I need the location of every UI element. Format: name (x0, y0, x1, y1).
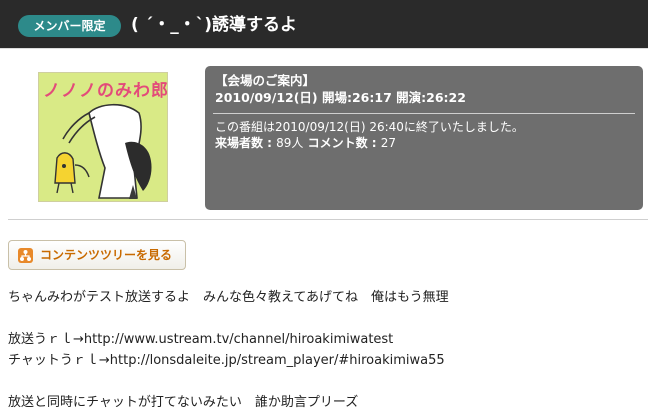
tree-icon (18, 248, 33, 263)
description-line: ちゃんみわがテスト放送するよ みんな色々教えてあげてね 俺はもう無理 (8, 290, 449, 305)
content-tree-button[interactable]: コンテンツツリーを見る (8, 240, 186, 270)
members-only-badge: メンバー限定 (18, 15, 121, 37)
description-line: 放送うｒｌ→http://www.ustream.tv/channel/hiro… (8, 332, 394, 347)
venue-info-heading: 【会場のご案内】 (215, 73, 316, 88)
info-divider (213, 113, 635, 114)
visitors-count: 89人 (276, 136, 304, 150)
section-divider (8, 219, 648, 220)
comments-count: 27 (380, 136, 397, 150)
program-thumbnail[interactable]: ノノノのみわ郎 (38, 72, 168, 202)
program-header: メンバー限定 ( ´・_・`)誘導するよ (0, 0, 648, 49)
visitors-label: 来場者数 : (215, 136, 277, 150)
description-line: 放送と同時にチャットが打てないみたい 誰か助言プリーズ (8, 395, 359, 410)
venue-info-header: 【会場のご案内】 2010/09/12(日) 開場:26:17 開演:26:22 (215, 72, 466, 106)
content-tree-button-label: コンテンツツリーを見る (40, 248, 173, 262)
program-ended-notice: この番組は2010/09/12(日) 26:40に終了いたしました。 (215, 120, 524, 134)
comments-label: コメント数 : (303, 136, 381, 150)
venue-info-panel: 【会場のご案内】 2010/09/12(日) 開場:26:17 開演:26:22… (205, 66, 643, 210)
program-stats: 来場者数 : 89人 コメント数 : 27 (215, 135, 524, 151)
program-description: ちゃんみわがテスト放送するよ みんな色々教えてあげてね 俺はもう無理 放送うｒｌ… (8, 287, 449, 413)
venue-info-body: この番組は2010/09/12(日) 26:40に終了いたしました。 来場者数 … (215, 119, 524, 151)
venue-open-start-times: 2010/09/12(日) 開場:26:17 開演:26:22 (215, 90, 466, 105)
thumbnail-caption: ノノノのみわ郎 (43, 81, 168, 101)
description-line: チャットうｒｌ→http://lonsdaleite.jp/stream_pla… (8, 353, 445, 368)
program-title: ( ´・_・`)誘導するよ (131, 15, 297, 35)
